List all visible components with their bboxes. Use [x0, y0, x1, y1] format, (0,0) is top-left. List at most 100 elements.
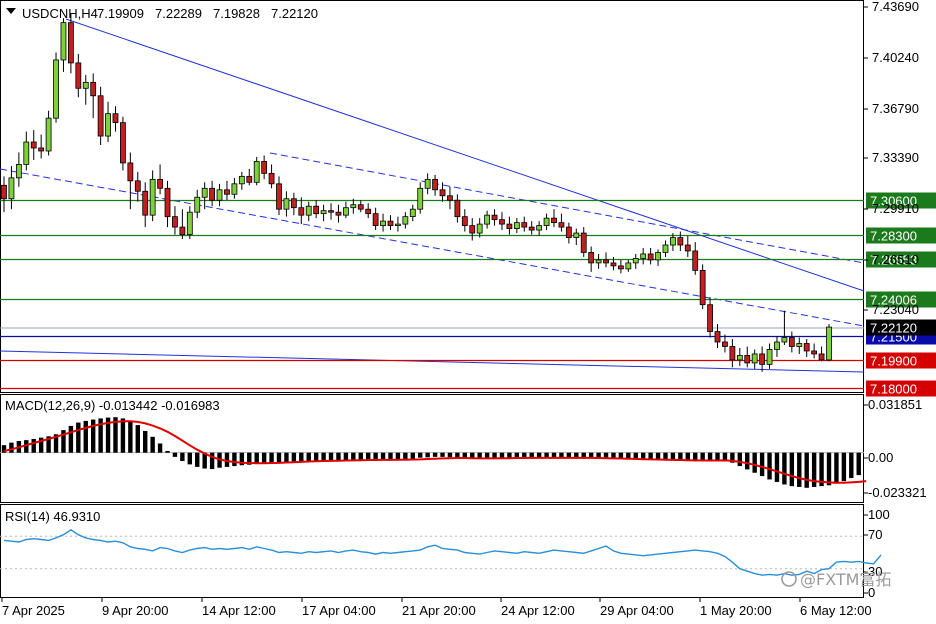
candle-body	[736, 355, 743, 361]
candle-body	[513, 222, 520, 229]
date-tick-label: 21 Apr 20:00	[402, 603, 476, 618]
candle-body	[610, 262, 617, 267]
candle-body	[788, 337, 795, 347]
macd-histogram-bar	[418, 452, 423, 458]
macd-histogram-bar	[529, 452, 534, 458]
candle-body	[707, 304, 713, 332]
macd-histogram-bar	[789, 452, 795, 487]
macd-histogram-bar	[187, 452, 193, 465]
candle-body	[238, 175, 245, 185]
candle-body	[491, 214, 498, 221]
macd-histogram-bar	[269, 452, 274, 463]
macd-histogram-bar	[455, 452, 460, 458]
candle-body	[432, 178, 438, 191]
candle-body	[142, 190, 149, 216]
symbol-menu-icon[interactable]	[6, 8, 16, 14]
candle-body	[276, 183, 282, 210]
candle-body	[1, 184, 7, 200]
candle-body	[216, 189, 223, 201]
candle-body	[335, 211, 342, 216]
candle-body	[774, 341, 780, 350]
macd-histogram-bar	[150, 436, 155, 453]
candle-body	[565, 226, 572, 238]
trendlines	[0, 18, 865, 373]
candle-body	[647, 253, 654, 261]
macd-histogram-bar	[514, 452, 520, 458]
macd-histogram-bar	[90, 419, 96, 453]
macd-histogram-bar	[68, 425, 74, 453]
candle-body	[372, 213, 379, 227]
candle-body	[625, 262, 632, 270]
candle-body	[759, 353, 766, 365]
macd-histogram-bar	[120, 418, 126, 453]
macd-histogram-bar	[328, 452, 334, 461]
macd-histogram-bar	[507, 452, 512, 458]
candle-body	[127, 162, 134, 182]
macd-histogram-bar	[76, 422, 81, 453]
macd-histogram-bar	[536, 452, 542, 458]
candle-body	[209, 187, 216, 201]
candle-body	[722, 341, 728, 347]
macd-histogram-bar	[856, 452, 861, 476]
candle-body	[506, 223, 513, 229]
candlesticks	[1, 13, 832, 372]
candle-body	[573, 232, 580, 238]
macd-histogram-bar	[410, 452, 415, 459]
candle-body	[655, 252, 661, 261]
candle-body	[632, 258, 639, 264]
candle-body	[536, 225, 543, 231]
macd-histogram-bar	[834, 452, 839, 484]
macd-histogram-bar	[128, 420, 133, 453]
macd-histogram-bar	[388, 452, 393, 460]
candle-body	[186, 211, 193, 235]
candle-body	[670, 237, 676, 246]
macd-histogram-bar	[737, 452, 743, 467]
candle-body	[328, 210, 334, 213]
rsi-series: 10070300	[0, 507, 890, 600]
candle-body	[595, 259, 602, 264]
macd-histogram-bar	[403, 452, 408, 460]
candle-body	[23, 141, 30, 165]
chart-area: 7.306007.283007.266537.240067.215007.199…	[0, 0, 936, 618]
macd-histogram-bar	[261, 452, 267, 464]
candle-body	[484, 214, 491, 225]
candle-body	[543, 217, 550, 227]
ohlc-low: 7.19828	[213, 6, 260, 21]
candle-body	[781, 337, 788, 343]
date-tick-label: 24 Apr 12:00	[501, 603, 575, 618]
candle-body	[744, 355, 751, 364]
candle-body	[640, 253, 647, 259]
date-tick-label: 17 Apr 04:00	[302, 603, 376, 618]
candle-body	[580, 232, 587, 253]
rsi-pane	[0, 504, 864, 598]
macd-histogram-bar	[180, 452, 185, 462]
macd-histogram-bar	[841, 452, 847, 482]
candle-body	[692, 250, 699, 271]
macd-histogram-bar	[343, 452, 349, 461]
macd-histogram-bar	[745, 452, 750, 470]
candle-body	[395, 223, 401, 227]
date-tick-label: 9 Apr 20:00	[102, 603, 169, 618]
candle-body	[305, 205, 312, 216]
date-tick-label: 7 Apr 2025	[2, 603, 65, 618]
date-tick-label: 14 Apr 12:00	[202, 603, 276, 618]
macd-histogram-bar	[321, 452, 326, 461]
candle-body	[617, 265, 624, 270]
date-tick-label: 6 May 12:00	[800, 603, 872, 618]
candle-body	[751, 353, 758, 364]
macd-histogram-bar	[722, 452, 728, 461]
candle-body	[714, 331, 721, 343]
candle-body	[342, 207, 349, 216]
candle-body	[551, 217, 557, 224]
candle-body	[67, 22, 74, 64]
date-tick-label: 29 Apr 04:00	[600, 603, 674, 618]
macd-histogram-bar	[395, 452, 401, 460]
candle-body	[796, 343, 803, 347]
macd-histogram-bar	[804, 452, 809, 488]
trendline-upper	[65, 18, 865, 292]
price-tick-label: 7.33390	[872, 150, 919, 165]
macd-histogram-bar	[752, 452, 757, 473]
macd-histogram-bar	[358, 452, 363, 460]
candle-body	[224, 189, 230, 195]
candle-body	[194, 196, 201, 213]
